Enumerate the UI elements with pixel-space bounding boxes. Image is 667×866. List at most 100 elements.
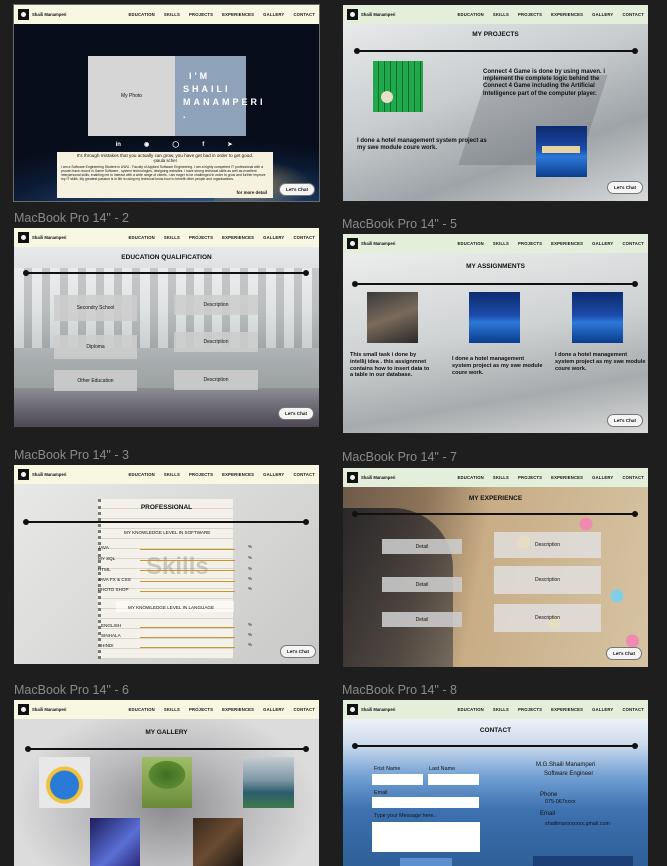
lets-chat-button[interactable]: Let's Chat (280, 645, 316, 658)
photo-placeholder: My Photo (88, 56, 175, 136)
nav-menu: EDUCATION SKILLS PROJECTS EXPERIENCES GA… (458, 241, 644, 246)
nav-contact[interactable]: CONTACT (622, 475, 644, 480)
nav-gallery[interactable]: GALLERY (592, 241, 613, 246)
nav-gallery[interactable]: GALLERY (592, 707, 613, 712)
frame-label-7: MacBook Pro 14" - 7 (342, 450, 457, 464)
nav-menu: EDUCATION SKILLS PROJECTS EXPERIENCES GA… (129, 707, 315, 712)
facebook-icon[interactable]: f (202, 142, 204, 148)
navbar: Shaili Manamperi EDUCATION SKILLS PROJEC… (343, 468, 648, 487)
github-icon[interactable]: ◉ (144, 141, 149, 148)
nav-skills[interactable]: SKILLS (164, 707, 180, 712)
navbar: Shaili Manamperi EDUCATION SKILLS PROJEC… (14, 465, 319, 484)
nav-education[interactable]: EDUCATION (458, 707, 484, 712)
title-line (352, 281, 638, 287)
instagram-icon[interactable]: ◯ (172, 141, 179, 148)
gallery-lake[interactable] (243, 757, 294, 808)
frame-gallery[interactable]: Shaili Manamperi EDUCATION SKILLS PROJEC… (14, 700, 319, 866)
nav-skills[interactable]: SKILLS (493, 12, 509, 17)
frame-home[interactable]: Shaili Manamperi EDUCATION SKILLS PROJEC… (13, 4, 320, 202)
nav-education[interactable]: EDUCATION (458, 12, 484, 17)
nav-experiences[interactable]: EXPERIENCES (551, 241, 583, 246)
lets-chat-button[interactable]: Let's Chat (279, 183, 315, 196)
nav-experiences[interactable]: EXPERIENCES (222, 235, 254, 240)
frame-projects[interactable]: Shaili Manamperi EDUCATION SKILLS PROJEC… (343, 5, 648, 201)
lets-chat-button[interactable]: Let's Chat (278, 407, 314, 420)
nav-contact[interactable]: CONTACT (293, 235, 315, 240)
gallery-parrot[interactable] (39, 757, 90, 808)
lets-chat-button[interactable]: Let's Chat (607, 414, 643, 427)
lets-chat-button[interactable]: Let's Chat (607, 181, 643, 194)
nav-experiences[interactable]: EXPERIENCES (551, 475, 583, 480)
skill-percent: % (248, 544, 252, 549)
section-title: MY GALLERY (145, 729, 188, 736)
first-name-field[interactable] (372, 774, 423, 785)
frame-contact[interactable]: Shaili Manamperi EDUCATION SKILLS PROJEC… (343, 700, 648, 866)
nav-education[interactable]: EDUCATION (129, 235, 155, 240)
nav-gallery[interactable]: GALLERY (263, 235, 284, 240)
nav-projects[interactable]: PROJECTS (518, 707, 542, 712)
nav-skills[interactable]: SKILLS (493, 241, 509, 246)
message-field[interactable] (372, 822, 480, 852)
nav-experiences[interactable]: EXPERIENCES (551, 707, 583, 712)
skill-percent: % (248, 586, 252, 591)
nav-skills[interactable]: SKILLS (164, 12, 180, 17)
nav-gallery[interactable]: GALLERY (263, 707, 284, 712)
first-name-label: Frist Name (374, 766, 401, 772)
nav-contact[interactable]: CONTACT (293, 472, 315, 477)
nav-projects[interactable]: PROJECTS (518, 12, 542, 17)
nav-projects[interactable]: PROJECTS (189, 12, 213, 17)
nav-education[interactable]: EDUCATION (129, 12, 155, 17)
gallery-laptop[interactable] (193, 818, 243, 866)
more-detail-link[interactable]: for more detail (237, 190, 268, 196)
nav-contact[interactable]: CONTACT (622, 707, 644, 712)
frame-education[interactable]: Shaili Manamperi EDUCATION SKILLS PROJEC… (14, 228, 319, 427)
nav-gallery[interactable]: GALLERY (592, 12, 613, 17)
frame-experience[interactable]: Shaili Manamperi EDUCATION SKILLS PROJEC… (343, 468, 648, 667)
education-item-3: Other Education (54, 370, 137, 391)
nav-projects[interactable]: PROJECTS (518, 475, 542, 480)
nav-experiences[interactable]: EXPERIENCES (222, 472, 254, 477)
skills-watermark: Skills (146, 553, 209, 580)
nav-skills[interactable]: SKILLS (164, 472, 180, 477)
nav-education[interactable]: EDUCATION (129, 707, 155, 712)
nav-skills[interactable]: SKILLS (493, 475, 509, 480)
twitter-icon[interactable]: ➤ (227, 141, 232, 148)
nav-contact[interactable]: CONTACT (622, 241, 644, 246)
skill-mysql: MY SQL (98, 556, 116, 561)
nav-contact[interactable]: CONTACT (622, 12, 644, 17)
nav-skills[interactable]: SKILLS (493, 707, 509, 712)
nav-projects[interactable]: PROJECTS (189, 235, 213, 240)
lets-chat-button[interactable]: Let's Chat (606, 647, 642, 660)
nav-gallery[interactable]: GALLERY (263, 12, 284, 17)
nav-gallery[interactable]: GALLERY (592, 475, 613, 480)
intro-line-3: MANAMPERI . (183, 97, 266, 120)
nav-projects[interactable]: PROJECTS (518, 241, 542, 246)
frame-assignments[interactable]: Shaili Manamperi EDUCATION SKILLS PROJEC… (343, 234, 648, 433)
title-line (25, 746, 309, 752)
nav-experiences[interactable]: EXPERIENCES (222, 707, 254, 712)
nav-gallery[interactable]: GALLERY (263, 472, 284, 477)
nav-projects[interactable]: PROJECTS (189, 707, 213, 712)
title-line (23, 270, 309, 276)
section-title: MY ASSIGNMENTS (466, 263, 525, 270)
gallery-handshake[interactable] (90, 818, 140, 866)
email-field[interactable] (372, 797, 479, 808)
nav-experiences[interactable]: EXPERIENCES (222, 12, 254, 17)
about-box: It's through mistakes that you actually … (57, 152, 273, 198)
submit-button[interactable] (400, 858, 452, 866)
last-name-field[interactable] (428, 774, 479, 785)
nav-projects[interactable]: PROJECTS (189, 472, 213, 477)
frame-skills[interactable]: Shaili Manamperi EDUCATION SKILLS PROJEC… (14, 465, 319, 664)
connect4-thumbnail (373, 61, 423, 112)
skill-html: HTML (98, 567, 111, 572)
nav-contact[interactable]: CONTACT (293, 12, 315, 17)
frame-label-5: MacBook Pro 14" - 5 (342, 217, 457, 231)
nav-education[interactable]: EDUCATION (458, 241, 484, 246)
nav-skills[interactable]: SKILLS (164, 235, 180, 240)
nav-contact[interactable]: CONTACT (293, 707, 315, 712)
linkedin-icon[interactable]: in (116, 142, 121, 148)
nav-education[interactable]: EDUCATION (129, 472, 155, 477)
gallery-tree[interactable] (142, 757, 192, 808)
nav-education[interactable]: EDUCATION (458, 475, 484, 480)
nav-experiences[interactable]: EXPERIENCES (551, 12, 583, 17)
